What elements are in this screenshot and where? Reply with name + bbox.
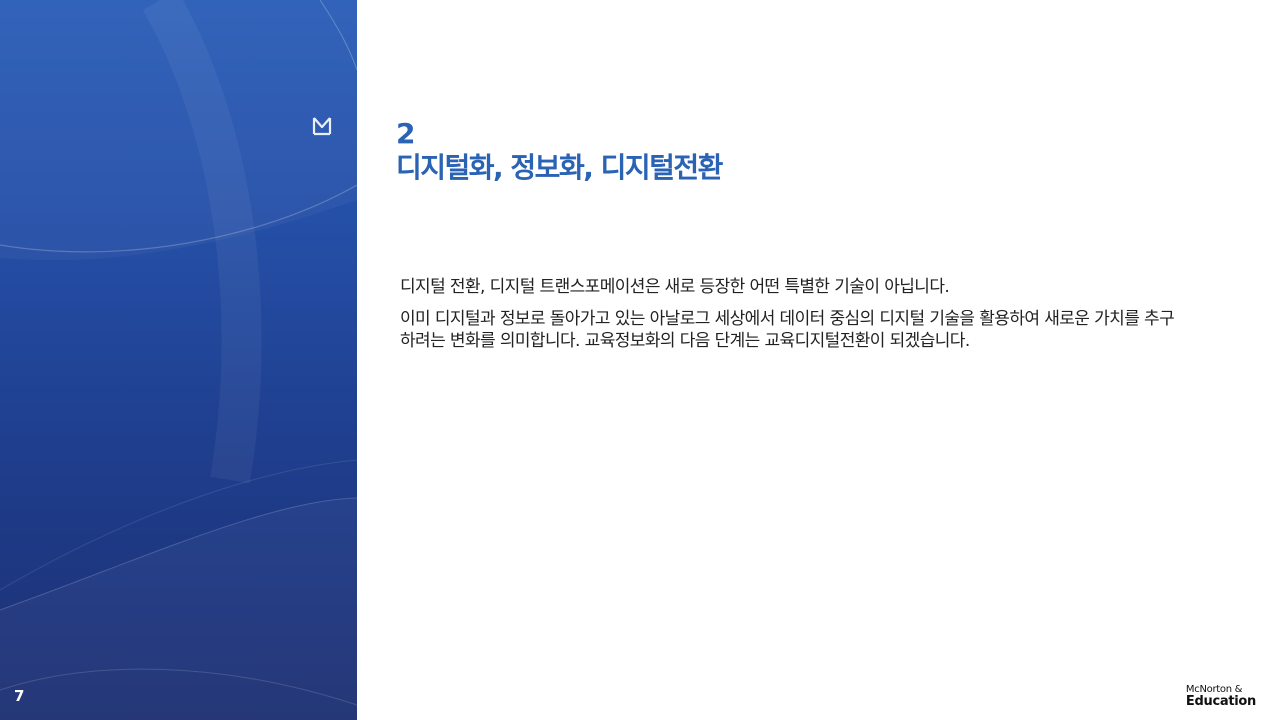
brand-logo: McNorton & Education — [1186, 684, 1256, 708]
slide-body: 디지털 전환, 디지털 트랜스포메이션은 새로 등장한 어떤 특별한 기술이 아… — [400, 276, 1180, 362]
decorative-side-panel: 7 — [0, 0, 357, 720]
body-paragraph: 디지털 전환, 디지털 트랜스포메이션은 새로 등장한 어떤 특별한 기술이 아… — [400, 277, 950, 297]
brand-m-icon — [312, 117, 332, 136]
body-paragraph: 이미 디지털과 정보로 돌아가고 있는 아날로그 세상에서 데이터 중심의 디지… — [400, 309, 1175, 351]
page-number: 7 — [14, 687, 25, 705]
section-number: 2 — [396, 117, 415, 150]
slide-title-block: 2 디지털화, 정보화, 디지털전환 — [396, 117, 723, 186]
wave-pattern — [0, 0, 357, 720]
brand-name-line2: Education — [1185, 694, 1256, 709]
slide-title: 디지털화, 정보화, 디지털전환 — [396, 151, 723, 184]
